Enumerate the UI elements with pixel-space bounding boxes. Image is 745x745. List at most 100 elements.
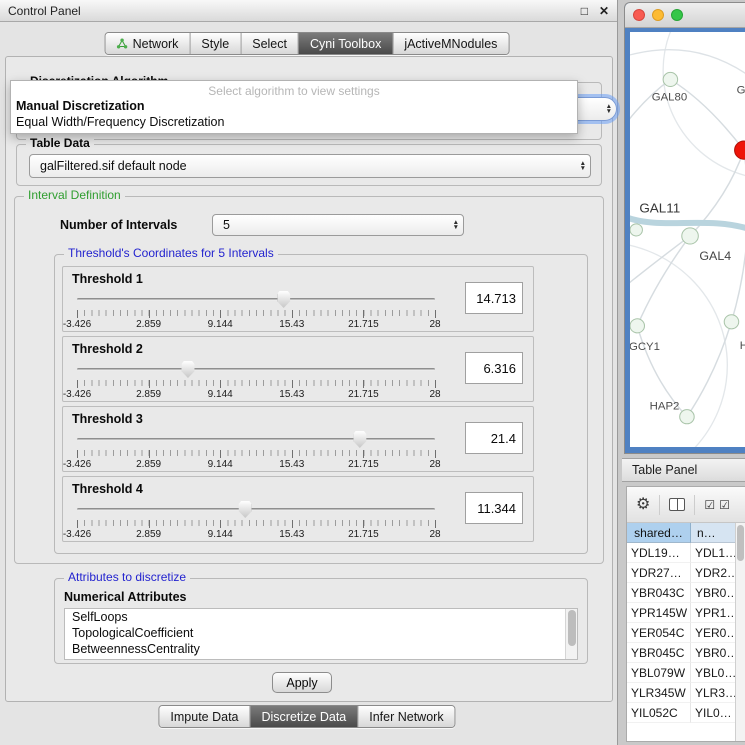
threshold-4-slider[interactable]: -3.4262.8599.14415.4321.71528	[77, 501, 435, 541]
threshold-1-group: Threshold 1 -3.4262.8599.14415.4321.7152…	[62, 266, 534, 332]
column-header-name[interactable]: n…	[691, 523, 735, 543]
network-graph[interactable]: GAL80 GA GAL11 GAL4 GCY1 H HAP2	[630, 32, 745, 447]
scrollbar-thumb[interactable]	[737, 525, 744, 561]
node-gal80[interactable]	[663, 72, 677, 86]
table-row[interactable]: YBL079WYBL0…	[627, 663, 735, 683]
table-row[interactable]: YDL19…YDL1…	[627, 543, 735, 563]
interval-definition-title: Interval Definition	[24, 188, 125, 202]
table-data-value: galFiltered.sif default node	[40, 159, 187, 173]
network-canvas[interactable]: GAL80 GA GAL11 GAL4 GCY1 H HAP2	[630, 32, 745, 447]
minimize-button[interactable]	[652, 9, 664, 21]
threshold-2-value-field[interactable]	[465, 352, 523, 384]
apply-button[interactable]: Apply	[272, 672, 332, 693]
cell-name[interactable]: YBL0…	[691, 663, 735, 683]
list-item[interactable]: TopologicalCoefficient	[65, 625, 577, 641]
node-gcy1[interactable]	[630, 319, 644, 333]
close-panel-icon[interactable]: ✕	[599, 4, 609, 18]
table-row[interactable]: YPR145WYPR1…	[627, 603, 735, 623]
node-label: HAP2	[650, 401, 680, 413]
slider-track[interactable]	[77, 438, 435, 441]
tab-select[interactable]: Select	[240, 33, 298, 54]
node-gal4[interactable]	[682, 228, 699, 244]
float-panel-icon[interactable]: □	[581, 4, 588, 18]
cell-name[interactable]: YBR0…	[691, 643, 735, 663]
scrollbar-thumb[interactable]	[568, 610, 576, 646]
combo-arrows-icon[interactable]: ▲▼	[606, 104, 612, 114]
column-header-shared-name[interactable]: shared…	[627, 523, 691, 543]
select-all-checkbox-icon[interactable]: ☑	[704, 498, 716, 512]
combo-arrows-icon[interactable]: ▲▼	[453, 220, 459, 230]
algorithm-dropdown-popup: Select algorithm to view settings Manual…	[10, 80, 578, 134]
table-scrollbar[interactable]	[735, 523, 745, 741]
slider-track[interactable]	[77, 368, 435, 371]
table-row[interactable]: YER054CYER0…	[627, 623, 735, 643]
threshold-4-value-field[interactable]	[465, 492, 523, 524]
tab-jactivemnodules[interactable]: jActiveMNodules	[392, 33, 508, 54]
threshold-3-slider[interactable]: -3.4262.8599.14415.4321.71528	[77, 431, 435, 471]
slider-thumb[interactable]	[239, 501, 252, 518]
combo-arrows-icon[interactable]: ▲▼	[580, 161, 586, 171]
list-item[interactable]: SelfLoops	[65, 609, 577, 625]
slider-thumb[interactable]	[353, 431, 366, 448]
columns-icon[interactable]	[669, 498, 685, 511]
algorithm-option-equal-width[interactable]: Equal Width/Frequency Discretization	[11, 114, 577, 130]
table-data-combobox[interactable]: galFiltered.sif default node ▲▼	[29, 154, 591, 178]
algorithm-placeholder[interactable]: Select algorithm to view settings	[11, 81, 577, 98]
cell-shared-name[interactable]: YBR043C	[627, 583, 691, 603]
algorithm-option-manual[interactable]: Manual Discretization	[11, 98, 577, 114]
select-none-checkbox-icon[interactable]: ☑	[719, 498, 731, 512]
node-right[interactable]	[724, 315, 738, 329]
number-of-intervals-combobox[interactable]: 5 ▲▼	[212, 214, 464, 236]
cell-shared-name[interactable]: YBL079W	[627, 663, 691, 683]
close-button[interactable]	[633, 9, 645, 21]
node-hap2[interactable]	[680, 410, 694, 424]
slider-thumb[interactable]	[181, 361, 194, 378]
cell-name[interactable]: YLR3…	[691, 683, 735, 703]
cell-shared-name[interactable]: YDR27…	[627, 563, 691, 583]
threshold-1-value-field[interactable]	[465, 282, 523, 314]
node-gal11[interactable]	[630, 224, 642, 236]
threshold-3-value-field[interactable]	[465, 422, 523, 454]
tab-style[interactable]: Style	[189, 33, 240, 54]
table-row[interactable]: YDR27…YDR2…	[627, 563, 735, 583]
threshold-2-slider[interactable]: -3.4262.8599.14415.4321.71528	[77, 361, 435, 401]
cell-shared-name[interactable]: YLR345W	[627, 683, 691, 703]
cell-name[interactable]: YIL0…	[691, 703, 735, 723]
cell-shared-name[interactable]: YDL19…	[627, 543, 691, 563]
table-row[interactable]: YBR043CYBR0…	[627, 583, 735, 603]
tab-network[interactable]: Network	[106, 33, 190, 54]
table-row[interactable]: YLR345WYLR3…	[627, 683, 735, 703]
slider-track[interactable]	[77, 298, 435, 301]
threshold-1-slider[interactable]: -3.4262.8599.14415.4321.71528	[77, 291, 435, 331]
tab-cyni-toolbox[interactable]: Cyni Toolbox	[298, 33, 392, 54]
zoom-button[interactable]	[671, 9, 683, 21]
cell-shared-name[interactable]: YBR045C	[627, 643, 691, 663]
table-row[interactable]: YIL052CYIL0…	[627, 703, 735, 723]
tab-infer-network[interactable]: Infer Network	[357, 706, 454, 727]
cell-name[interactable]: YPR1…	[691, 603, 735, 623]
cell-shared-name[interactable]: YPR145W	[627, 603, 691, 623]
network-window-titlebar	[625, 3, 745, 28]
cell-name[interactable]: YDR2…	[691, 563, 735, 583]
node-label: H	[740, 340, 745, 352]
cell-name[interactable]: YBR0…	[691, 583, 735, 603]
table-row[interactable]: YBR045CYBR0…	[627, 643, 735, 663]
slider-track[interactable]	[77, 508, 435, 511]
control-panel-titlebar: Control Panel □ ✕	[0, 0, 617, 22]
tab-impute-data-label: Impute Data	[170, 710, 238, 724]
cell-shared-name[interactable]: YER054C	[627, 623, 691, 643]
cell-name[interactable]: YDL1…	[691, 543, 735, 563]
list-scrollbar[interactable]	[565, 609, 577, 659]
cell-shared-name[interactable]: YIL052C	[627, 703, 691, 723]
tab-discretize-data[interactable]: Discretize Data	[250, 706, 358, 727]
node-selected-red[interactable]	[735, 141, 745, 159]
list-item[interactable]: BetweennessCentrality	[65, 641, 577, 657]
slider-thumb[interactable]	[277, 291, 290, 308]
table-toolbar: ⚙ ☑ ☑	[627, 487, 745, 523]
table-rows: YDL19…YDL1… YDR27…YDR2… YBR043CYBR0… YPR…	[627, 543, 735, 741]
tab-impute-data[interactable]: Impute Data	[159, 706, 249, 727]
gear-icon[interactable]: ⚙	[636, 497, 650, 513]
cell-name[interactable]: YER0…	[691, 623, 735, 643]
slider-tick-labels: -3.4262.8599.14415.4321.71528	[77, 459, 435, 471]
table-panel-title: Table Panel	[632, 463, 697, 477]
